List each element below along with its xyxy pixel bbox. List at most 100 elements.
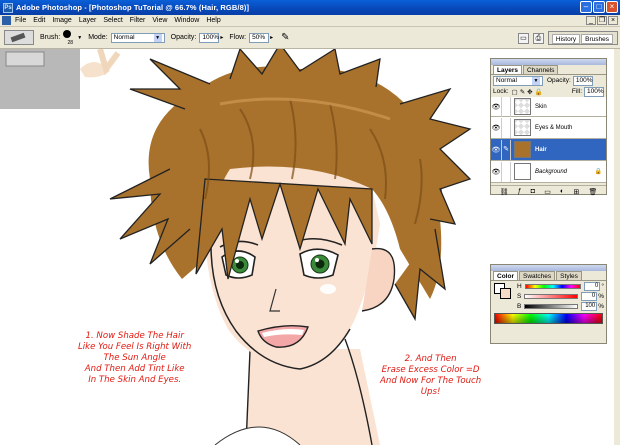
menu-filter[interactable]: Filter	[130, 17, 146, 24]
eye-icon[interactable]: 👁	[491, 146, 501, 154]
degree-sign: °	[601, 282, 604, 290]
caption-left-line: 1. Now Shade The Hair	[85, 331, 184, 341]
layer-name: Background	[535, 168, 568, 175]
airbrush-icon[interactable]: ✎	[281, 32, 289, 43]
blend-mode-select[interactable]: Normal ▼	[493, 75, 543, 86]
file-browser-icon[interactable]: ▭	[517, 32, 529, 44]
layer-opacity-input[interactable]: 100%	[572, 75, 593, 86]
menu-select[interactable]: Select	[103, 17, 122, 24]
doc-restore-button[interactable]: ❐	[597, 16, 607, 25]
fill-label: Fill:	[571, 88, 582, 95]
brush-tip-icon	[63, 29, 72, 38]
layer-row-background[interactable]: 👁 Background 🔒	[491, 161, 606, 183]
brush-size: 28	[67, 39, 74, 46]
menu-bar: File Edit Image Layer Select Filter View…	[0, 15, 620, 27]
minimize-button[interactable]: –	[580, 1, 592, 13]
eye-icon[interactable]: 👁	[491, 168, 501, 176]
lock-label: Lock:	[493, 88, 509, 95]
link-cell[interactable]	[501, 161, 511, 182]
adjustment-icon[interactable]: ◐	[560, 188, 564, 195]
tab-styles[interactable]: Styles	[556, 271, 582, 280]
layer-opacity-label: Opacity:	[547, 77, 571, 84]
lock-icons[interactable]: ▢✎✥🔒	[512, 88, 545, 96]
tab-layers[interactable]: Layers	[493, 65, 522, 74]
percent-sign: %	[598, 302, 604, 310]
saturation-slider[interactable]	[524, 293, 579, 299]
well-tab-brushes[interactable]: Brushes	[581, 34, 613, 44]
link-cell[interactable]	[501, 117, 511, 138]
opacity-arrow-icon[interactable]: ▸	[220, 34, 223, 41]
tab-channels[interactable]: Channels	[522, 65, 559, 74]
brush-dropdown-icon[interactable]: ▼	[77, 35, 82, 41]
caption-right-line: Erase Excess Color =D	[381, 365, 480, 375]
caption-left-line: In The Skin And Eyes.	[88, 375, 182, 385]
well-tab-history[interactable]: History	[551, 34, 581, 44]
layer-row-hair[interactable]: 👁 ✎ Hair	[491, 139, 606, 161]
layer-thumbnail	[514, 163, 531, 180]
eye-icon[interactable]: 👁	[491, 103, 501, 111]
caption-left-line: The Sun Angle	[103, 353, 166, 363]
hue-label: H	[517, 282, 522, 290]
layer-name: Skin	[535, 103, 547, 110]
background-color[interactable]	[500, 288, 511, 299]
menu-edit[interactable]: Edit	[33, 17, 45, 24]
menu-layer[interactable]: Layer	[79, 17, 97, 24]
menu-window[interactable]: Window	[174, 17, 199, 24]
print-icon[interactable]: ⎙	[532, 32, 544, 44]
brush-link-icon[interactable]: ✎	[501, 139, 511, 160]
new-set-icon[interactable]: ▭	[544, 188, 551, 196]
tool-preset-picker[interactable]	[4, 30, 34, 45]
fill-input[interactable]: 100%	[584, 86, 604, 97]
maximize-button[interactable]: □	[593, 1, 605, 13]
layer-style-icon[interactable]: ƒ	[518, 188, 522, 195]
opacity-input[interactable]: 100%	[199, 32, 220, 43]
layer-thumbnail	[514, 98, 531, 115]
link-layers-icon[interactable]: ⛓	[500, 188, 509, 196]
caption-left-line: And Then Add Tint Like	[84, 364, 185, 374]
mode-select[interactable]: Normal ▼	[110, 32, 165, 43]
caption-right: 2. And Then Erase Excess Color =D And No…	[380, 354, 481, 398]
brightness-value[interactable]: 100	[581, 301, 598, 311]
tab-color[interactable]: Color	[493, 271, 518, 280]
menu-file[interactable]: File	[15, 17, 26, 24]
brightness-label: B	[517, 302, 522, 310]
window-title: Adobe Photoshop - [Photoshop TuTorial @ …	[16, 3, 250, 12]
percent-sign: %	[598, 292, 604, 300]
brush-picker[interactable]: 28	[63, 29, 77, 46]
doc-minimize-button[interactable]: _	[586, 16, 596, 25]
layer-thumbnail	[514, 119, 531, 136]
lock-icon: 🔒	[594, 169, 602, 175]
trash-icon[interactable]: 🗑	[588, 188, 597, 196]
close-button[interactable]: ×	[606, 1, 618, 13]
color-ramp[interactable]	[494, 313, 603, 324]
menu-help[interactable]: Help	[206, 17, 220, 24]
caption-left-line: Like You Feel Is Right With	[78, 342, 192, 352]
blend-mode-value: Normal	[496, 77, 517, 84]
eye-icon[interactable]: 👁	[491, 124, 501, 132]
flow-arrow-icon[interactable]: ▸	[270, 34, 273, 41]
layers-footer: ⛓ ƒ ◘ ▭ ◐ ⊞ 🗑	[491, 185, 606, 197]
photoshop-icon: Ps	[3, 2, 13, 13]
saturation-label: S	[517, 292, 522, 300]
color-swatches[interactable]	[494, 283, 512, 299]
saturation-value[interactable]: 0	[581, 291, 598, 301]
document-icon[interactable]	[2, 16, 11, 25]
menu-view[interactable]: View	[152, 17, 167, 24]
tab-swatches[interactable]: Swatches	[518, 271, 556, 280]
menu-image[interactable]: Image	[52, 17, 71, 24]
layer-row-eyes-mouth[interactable]: 👁 Eyes & Mouth	[491, 117, 606, 139]
flow-label: Flow:	[229, 34, 247, 41]
new-layer-icon[interactable]: ⊞	[573, 188, 579, 196]
link-cell[interactable]	[501, 97, 511, 117]
flow-input[interactable]: 50%	[249, 32, 270, 43]
hue-value[interactable]: 0	[584, 281, 601, 291]
mask-icon[interactable]: ◘	[531, 188, 535, 195]
vertical-scrollbar[interactable]	[614, 49, 620, 445]
doc-close-button[interactable]: ×	[608, 16, 618, 25]
brush-label: Brush:	[40, 34, 61, 41]
brightness-slider[interactable]	[524, 303, 579, 309]
layer-list: 👁 Skin 👁 Eyes & Mouth 👁 ✎ Hair 👁 Backgro…	[491, 97, 606, 185]
layer-row-skin[interactable]: 👁 Skin	[491, 97, 606, 117]
hue-slider[interactable]	[524, 283, 582, 289]
caption-right-line: And Now For The Touch	[380, 376, 482, 386]
